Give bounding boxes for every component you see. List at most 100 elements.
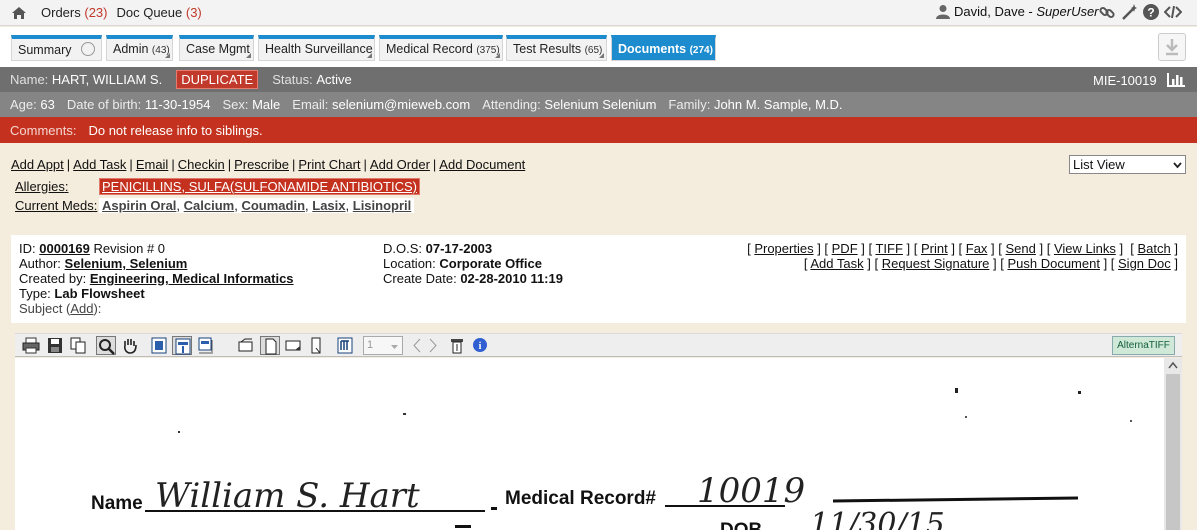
family-value: John M. Sample, M.D. <box>713 97 843 112</box>
properties-link[interactable]: Properties <box>754 241 813 256</box>
patient-details: Age: 63 Date of birth: 11-30-1954 Sex: M… <box>0 92 1197 117</box>
page-landscape-icon <box>238 338 253 352</box>
tab-admin[interactable]: Admin (43) <box>106 35 173 61</box>
prescribe-link[interactable]: Prescribe <box>234 157 289 172</box>
med-link[interactable]: Lasix <box>312 198 345 213</box>
add-appt-link[interactable]: Add Appt <box>11 157 64 172</box>
tab-label: Health Surveillance <box>265 42 373 56</box>
tab-corner-icon <box>165 53 170 58</box>
document-scrollbar[interactable] <box>1164 358 1182 530</box>
copy-button[interactable] <box>68 336 88 355</box>
code-icon[interactable] <box>1164 3 1182 21</box>
checkin-link[interactable]: Checkin <box>178 157 225 172</box>
send-link[interactable]: Send <box>1006 241 1036 256</box>
doc-queue-link[interactable]: Doc Queue (3) <box>116 5 201 20</box>
thumbnails-button[interactable] <box>335 336 355 355</box>
status-label: Status: <box>272 72 313 87</box>
delete-page-button[interactable] <box>447 336 467 355</box>
rotate-left-button[interactable] <box>236 336 256 355</box>
email-link[interactable]: Email <box>136 157 169 172</box>
scroll-up-icon[interactable] <box>1168 361 1178 369</box>
user-menu[interactable]: David, Dave - SuperUser <box>936 4 1099 19</box>
download-icon <box>1166 39 1178 56</box>
orders-label: Orders <box>41 5 81 20</box>
single-page-button[interactable] <box>260 336 280 355</box>
age-value: 63 <box>40 97 55 112</box>
subject-label: Subject ( <box>19 301 71 316</box>
med-link[interactable]: Coumadin <box>241 198 305 213</box>
home-icon[interactable] <box>11 6 27 20</box>
name-label: Name: <box>10 72 49 87</box>
page-select[interactable]: 1 <box>363 336 403 355</box>
alternatiff-logo[interactable]: AlternaTIFF <box>1112 336 1175 355</box>
sign-doc-link[interactable]: Sign Doc <box>1118 256 1171 271</box>
tab-label: Admin <box>113 42 149 56</box>
info-button[interactable]: i <box>470 336 490 355</box>
download-button[interactable] <box>1158 33 1186 61</box>
fax-link[interactable]: Fax <box>966 241 988 256</box>
tab-label: Case Mgmt <box>186 42 250 56</box>
add-document-link[interactable]: Add Document <box>439 157 525 172</box>
top-tools: ? <box>1098 3 1182 21</box>
scan-name-value: William S. Hart <box>155 476 420 516</box>
save-button[interactable] <box>45 336 65 355</box>
fit-height-button[interactable] <box>196 336 216 355</box>
meds-label[interactable]: Current Meds: <box>11 198 99 213</box>
age: Age: 63 <box>10 97 55 112</box>
tiff-link[interactable]: TIFF <box>875 241 902 256</box>
orders-link[interactable]: Orders (23) <box>41 5 107 20</box>
fit-window-button[interactable] <box>149 336 169 355</box>
allergies-value[interactable]: PENICILLINS, SULFA(SULFONAMIDE ANTIBIOTI… <box>99 178 420 195</box>
tab-case-mgmt[interactable]: Case Mgmt <box>179 35 254 61</box>
med-link[interactable]: Lisinopril <box>353 198 412 213</box>
trash-icon <box>451 339 463 354</box>
email: Email: selenium@mieweb.com <box>292 97 470 112</box>
tab-documents[interactable]: Documents (274) <box>611 35 716 61</box>
comments-label: Comments: <box>10 122 77 138</box>
mrn-value: MIE-10019 <box>1093 73 1157 88</box>
add-order-link[interactable]: Add Order <box>370 157 430 172</box>
duplicate-badge: DUPLICATE <box>176 70 259 89</box>
view-select-value: List View <box>1073 157 1125 172</box>
allergies-label[interactable]: Allergies: <box>11 179 99 194</box>
batch-link[interactable]: Batch <box>1138 241 1171 256</box>
tab-summary[interactable]: Summary <box>11 35 102 61</box>
print-link[interactable]: Print <box>921 241 948 256</box>
add-task-link[interactable]: Add Task <box>73 157 126 172</box>
rotate-right-button[interactable] <box>283 336 303 355</box>
document-id-link[interactable]: 0000169 <box>39 241 90 256</box>
tab-health-surveillance[interactable]: Health Surveillance <box>258 35 375 61</box>
help-icon[interactable]: ? <box>1142 3 1160 21</box>
request-signature-link[interactable]: Request Signature <box>882 256 990 271</box>
view-select[interactable]: List View <box>1069 155 1186 174</box>
open-external-icon[interactable] <box>81 42 96 56</box>
tab-medical-record[interactable]: Medical Record (375) <box>379 35 503 61</box>
med-link[interactable]: Aspirin Oral <box>102 198 176 213</box>
page-flip-button[interactable] <box>306 336 326 355</box>
print-chart-link[interactable]: Print Chart <box>298 157 360 172</box>
print-button[interactable] <box>21 336 41 355</box>
med-link[interactable]: Calcium <box>184 198 235 213</box>
email-value[interactable]: selenium@mieweb.com <box>332 97 470 112</box>
svg-text:i: i <box>479 341 482 352</box>
add-task-doc-link[interactable]: Add Task <box>810 256 863 271</box>
scrollbar-thumb[interactable] <box>1166 374 1180 530</box>
chart-icon[interactable] <box>1166 72 1186 88</box>
fit-width-button[interactable] <box>172 336 192 355</box>
zoom-button[interactable] <box>96 336 116 355</box>
sex: Sex: Male <box>222 97 280 112</box>
link-icon[interactable] <box>1098 3 1116 21</box>
author-link[interactable]: Selenium, Selenium <box>65 256 188 271</box>
subject-add-link[interactable]: Add <box>70 301 93 316</box>
push-document-link[interactable]: Push Document <box>1007 256 1100 271</box>
prev-page-button[interactable] <box>407 336 421 355</box>
pdf-link[interactable]: PDF <box>832 241 858 256</box>
created-by-link[interactable]: Engineering, Medical Informatics <box>90 271 294 286</box>
chevron-down-icon <box>391 345 398 349</box>
magic-wand-icon[interactable] <box>1120 3 1138 21</box>
next-page-button[interactable] <box>423 336 437 355</box>
view-links-link[interactable]: View Links <box>1054 241 1116 256</box>
tab-test-results[interactable]: Test Results (65) <box>506 35 607 61</box>
tab-label: Test Results <box>513 42 582 56</box>
pan-button[interactable] <box>120 336 140 355</box>
